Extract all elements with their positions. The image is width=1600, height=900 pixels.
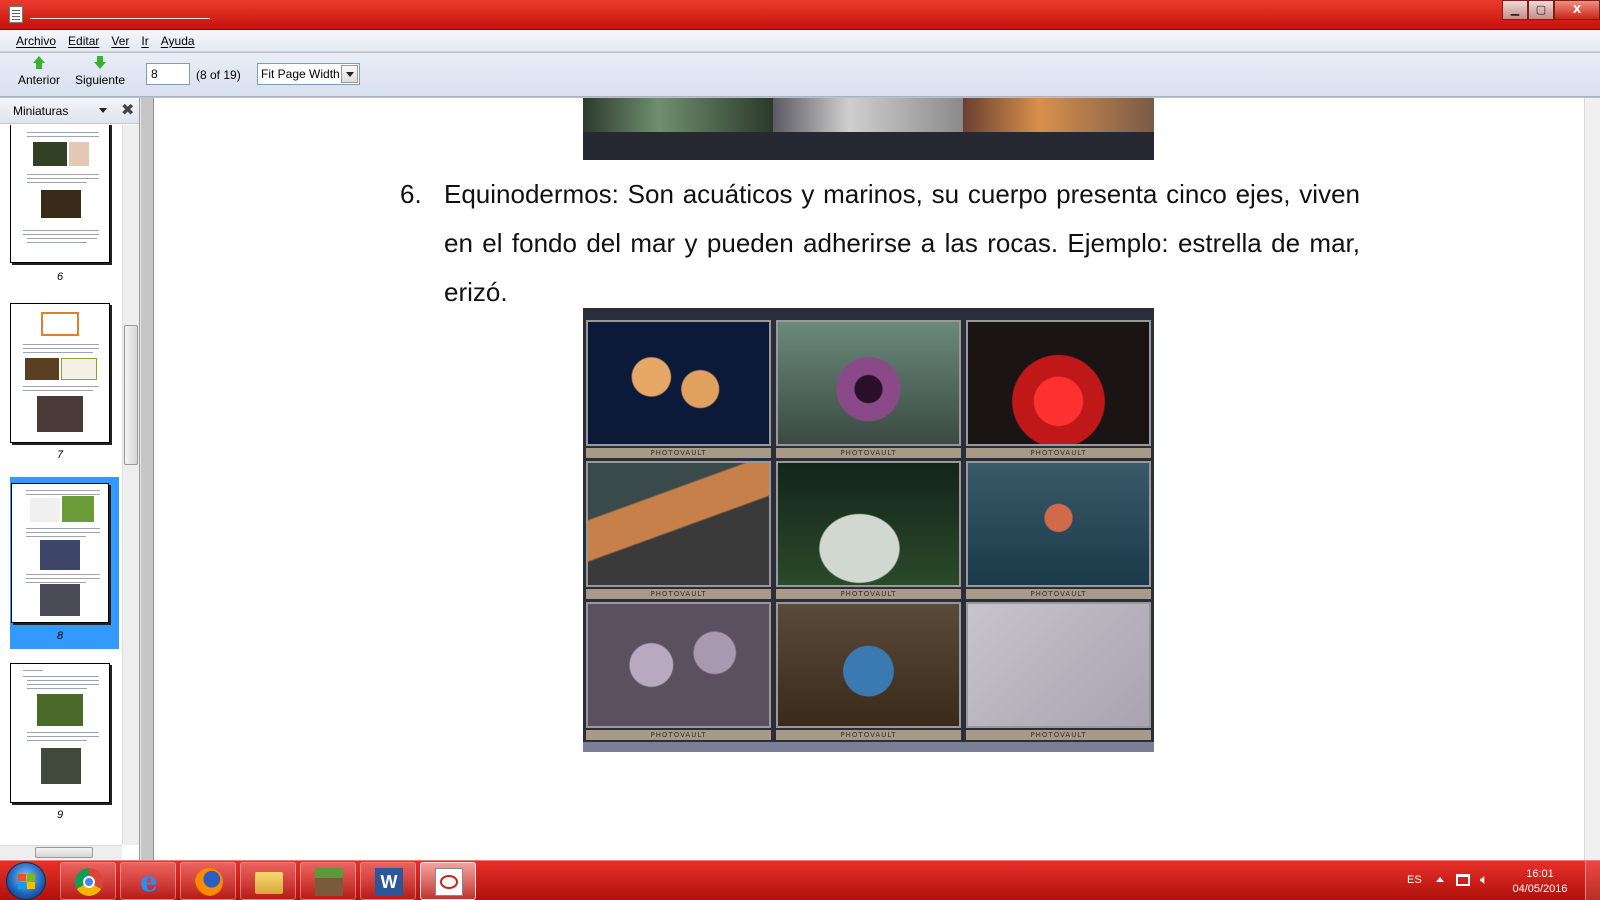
panel-splitter[interactable] <box>140 98 154 860</box>
minecraft-icon <box>315 868 343 896</box>
previous-page-button[interactable]: Anterior <box>16 56 62 94</box>
document-app-icon[interactable] <box>9 6 23 23</box>
photo-blue-starfish <box>776 602 961 728</box>
previous-page-label: Anterior <box>17 73 61 87</box>
photo-caption: PHOTOVAULT <box>776 730 961 740</box>
photo-caption: PHOTOVAULT <box>586 730 771 740</box>
photo-caption: PHOTOVAULT <box>966 589 1151 599</box>
taskbar-minecraft[interactable] <box>300 862 356 900</box>
thumbnail-label: 7 <box>56 449 64 461</box>
photo-purple-urchin <box>776 320 961 446</box>
photo-caption: PHOTOVAULT <box>966 730 1151 740</box>
taskbar: e W ES 🔈︎ 16:01 04/05/2016 <box>0 860 1600 900</box>
chrome-icon <box>75 868 103 896</box>
taskbar-word[interactable]: W <box>360 862 416 900</box>
taskbar-file-explorer[interactable] <box>240 862 296 900</box>
photo-red-urchin <box>966 320 1151 446</box>
menu-ver[interactable]: Ver <box>111 34 129 48</box>
thumbnails-sidebar: Miniaturas ✖ 6 7 8 9 <box>0 98 140 860</box>
clock-date: 04/05/2016 <box>1512 883 1568 895</box>
thumbnail-list: 6 7 8 9 <box>0 125 122 845</box>
photo-starfish <box>586 320 771 446</box>
arrow-up-icon <box>32 56 46 70</box>
word-icon: W <box>375 868 403 896</box>
taskbar-internet-explorer[interactable]: e <box>120 862 176 900</box>
thumbnail-page-7[interactable]: 7 <box>10 303 119 473</box>
photo-pale-brittle-star <box>966 602 1151 728</box>
windows-logo-icon <box>18 874 35 889</box>
photo-sea-lily <box>776 461 961 587</box>
paragraph-text: Equinodermos: Son acuáticos y marinos, s… <box>444 179 1360 307</box>
firefox-icon <box>195 868 223 896</box>
internet-explorer-icon: e <box>140 865 158 898</box>
photo-brittle-star <box>966 461 1151 587</box>
photo-caption: PHOTOVAULT <box>586 448 771 458</box>
page-number-input[interactable] <box>146 63 190 85</box>
menu-archivo[interactable]: Archivo <box>16 34 56 48</box>
maximize-button[interactable]: ▢ <box>1528 0 1554 20</box>
sidebar-title: Miniaturas <box>13 104 69 118</box>
thumbnail-page-8[interactable]: 8 <box>10 477 119 649</box>
arrow-down-icon <box>93 56 107 70</box>
photo-sea-cucumber <box>586 461 771 587</box>
show-desktop-button[interactable] <box>1585 861 1600 900</box>
thumbnail-label: 9 <box>56 809 64 821</box>
next-page-label: Siguiente <box>74 73 126 87</box>
thumbnail-preview <box>11 483 109 623</box>
photo-caption: PHOTOVAULT <box>966 448 1151 458</box>
system-clock[interactable]: 16:01 04/05/2016 <box>1505 867 1575 897</box>
photo-sand-dollars <box>586 602 771 728</box>
photo-caption: PHOTOVAULT <box>776 448 961 458</box>
close-button[interactable]: X <box>1554 0 1600 20</box>
clock-time: 16:01 <box>1526 868 1554 880</box>
title-bar: ▁ ▢ X <box>0 0 1600 30</box>
photo-caption: PHOTOVAULT <box>776 589 961 599</box>
zoom-select[interactable]: Fit Page Width <box>257 63 360 85</box>
photo-caption: PHOTOVAULT <box>586 589 771 599</box>
list-number: 6. <box>400 179 422 209</box>
zoom-value: Fit Page Width <box>261 67 340 81</box>
language-indicator[interactable]: ES <box>1407 874 1422 886</box>
taskbar-chrome[interactable] <box>60 862 116 900</box>
window-title <box>30 18 210 19</box>
taskbar-pdf-reader[interactable] <box>420 862 476 900</box>
document-vertical-scrollbar[interactable] <box>1584 98 1600 860</box>
show-hidden-icons-icon[interactable] <box>1436 877 1444 882</box>
menu-bar: Archivo Editar Ver Ir Ayuda <box>0 30 1600 52</box>
volume-icon[interactable]: 🔈︎ <box>1480 872 1488 888</box>
sidebar-header: Miniaturas ✖ <box>0 98 139 124</box>
thumbnail-preview <box>10 663 110 803</box>
sidebar-vertical-scrollbar[interactable] <box>122 125 139 845</box>
pdf-reader-icon <box>435 868 463 896</box>
thumbnail-page-6[interactable]: 6 <box>10 125 119 285</box>
network-icon[interactable] <box>1456 874 1470 886</box>
thumbnail-label: 6 <box>56 271 64 283</box>
photo-frame-band <box>583 742 1154 752</box>
menu-editar[interactable]: Editar <box>68 34 99 48</box>
window-controls: ▁ ▢ X <box>1502 0 1600 20</box>
page-count: (8 of 19) <box>196 68 241 82</box>
scrollbar-thumb[interactable] <box>124 325 138 465</box>
thumbnail-preview <box>10 303 110 443</box>
chevron-down-icon[interactable] <box>341 65 358 83</box>
sidebar-horizontal-scrollbar[interactable] <box>0 845 122 859</box>
thumbnail-page-9[interactable]: 9 <box>10 663 119 833</box>
menu-ayuda[interactable]: Ayuda <box>161 34 195 48</box>
thumbnail-label: 8 <box>56 630 64 642</box>
echinoderm-photo-grid: PHOTOVAULT PHOTOVAULT PHOTOVAULT PHOTOVA… <box>583 308 1154 752</box>
document-page: 6. Equinodermos: Son acuáticos y marinos… <box>154 98 1584 860</box>
start-button[interactable] <box>6 862 46 900</box>
close-icon[interactable]: ✖ <box>121 100 134 119</box>
toolbar: Anterior Siguiente (8 of 19) Fit Page Wi… <box>0 53 1600 97</box>
file-explorer-icon <box>255 872 283 894</box>
previous-photo <box>583 98 1154 160</box>
menu-ir[interactable]: Ir <box>141 34 148 48</box>
minimize-button[interactable]: ▁ <box>1502 0 1528 20</box>
thumbnail-preview <box>10 125 110 263</box>
sidebar-dropdown-icon[interactable] <box>99 108 107 113</box>
next-page-button[interactable]: Siguiente <box>72 56 128 94</box>
taskbar-firefox[interactable] <box>180 862 236 900</box>
scrollbar-thumb[interactable] <box>35 847 93 858</box>
